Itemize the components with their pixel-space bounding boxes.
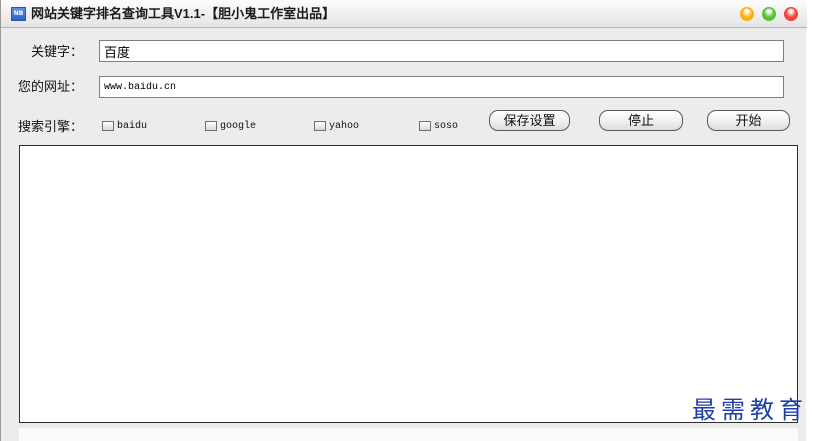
app-logo-icon: NB <box>11 7 26 21</box>
app-window: NB 网站关键字排名查询工具V1.1-【胆小鬼工作室出品】 关键字： 您的网址：… <box>0 0 807 441</box>
checkbox-label: soso <box>434 120 459 132</box>
checkbox-label: google <box>220 120 257 132</box>
window-title: 网站关键字排名查询工具V1.1-【胆小鬼工作室出品】 <box>31 6 336 21</box>
start-button[interactable]: 开始 <box>707 110 790 131</box>
url-label: 您的网址： <box>17 79 83 94</box>
url-input[interactable] <box>99 76 784 98</box>
close-icon[interactable] <box>784 7 798 21</box>
checkbox-box[interactable] <box>102 121 114 131</box>
checkbox-yahoo[interactable]: yahoo <box>314 119 359 133</box>
minimize-icon[interactable] <box>740 7 754 21</box>
bottom-panel <box>19 428 798 441</box>
checkbox-soso[interactable]: soso <box>419 119 458 133</box>
keyword-label: 关键字： <box>30 44 83 59</box>
checkbox-label: baidu <box>117 120 148 132</box>
checkbox-box[interactable] <box>205 121 217 131</box>
checkbox-google[interactable]: google <box>205 119 256 133</box>
checkbox-box[interactable] <box>314 121 326 131</box>
maximize-icon[interactable] <box>762 7 776 21</box>
results-textarea[interactable] <box>19 145 798 423</box>
checkbox-box[interactable] <box>419 121 431 131</box>
search-engine-label: 搜索引擎： <box>17 119 83 134</box>
keyword-input[interactable] <box>99 40 784 62</box>
checkbox-baidu[interactable]: baidu <box>102 119 147 133</box>
save-settings-button[interactable]: 保存设置 <box>489 110 570 131</box>
checkbox-label: yahoo <box>329 120 360 132</box>
stop-button[interactable]: 停止 <box>599 110 683 131</box>
title-bar[interactable]: NB 网站关键字排名查询工具V1.1-【胆小鬼工作室出品】 <box>1 0 807 28</box>
watermark: 最需教育 <box>692 396 808 424</box>
